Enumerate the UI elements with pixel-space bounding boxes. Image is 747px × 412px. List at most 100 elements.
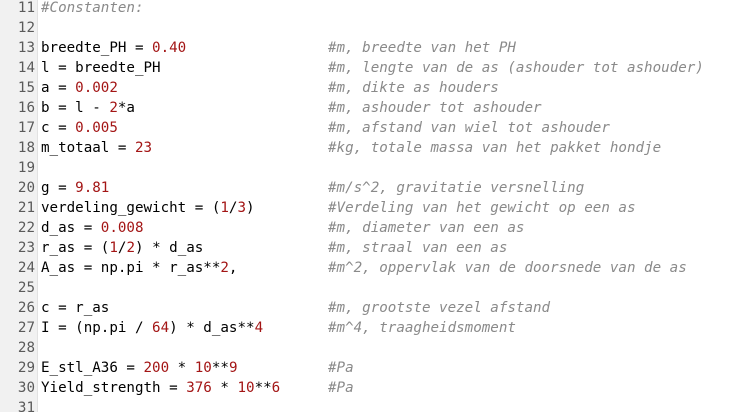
number-literal: 2 <box>220 260 229 276</box>
line-number: 31 <box>17 400 35 412</box>
code-text: A_as = np.pi * r_as**2, <box>41 258 237 278</box>
code-token: * <box>169 360 195 376</box>
line-number: 13 <box>17 40 35 56</box>
number-literal: 9.81 <box>75 180 110 196</box>
line-number: 24 <box>17 260 35 276</box>
code-token: verdeling_gewicht = ( <box>41 200 221 216</box>
inline-comment: #kg, totale massa van het pakket hondje <box>328 140 662 156</box>
line-number: 26 <box>17 300 35 316</box>
inline-comment: #m, diameter van een as <box>328 220 525 236</box>
number-literal: 0.002 <box>75 80 118 96</box>
number-literal: 0.40 <box>152 40 187 56</box>
code-text: I = (np.pi / 64) * d_as**4 <box>41 318 263 338</box>
code-text: verdeling_gewicht = (1/3) <box>41 198 255 218</box>
code-line[interactable]: 12 <box>0 18 747 38</box>
inline-comment: #m, lengte van de as (ashouder tot ashou… <box>328 60 704 76</box>
code-text: g = 9.81 <box>41 178 109 198</box>
number-literal: 1 <box>220 200 229 216</box>
code-line[interactable]: 20 g = 9.81 #m/s^2, gravitatie versnelling <box>0 178 747 198</box>
code-line[interactable]: 26 c = r_as #m, grootste vezel afstand <box>0 298 747 318</box>
code-token: breedte_PH = <box>41 40 153 56</box>
code-token: *a <box>117 100 135 116</box>
code-text: Yield_strength = 376 * 10**6 <box>41 378 280 398</box>
number-literal: 6 <box>271 380 281 396</box>
code-line[interactable]: 14 l = breedte_PH #m, lengte van de as (as… <box>0 58 747 78</box>
code-line[interactable]: 11 #Constanten: <box>0 0 747 18</box>
code-token: c = <box>41 120 76 136</box>
code-text: b = l - 2*a <box>41 98 135 118</box>
line-number: 25 <box>17 280 35 296</box>
code-line[interactable]: 28 <box>0 338 747 358</box>
inline-comment: #m, breedte van het PH <box>328 40 516 56</box>
line-number: 23 <box>17 240 35 256</box>
code-token: * <box>211 380 238 396</box>
number-literal: 200 <box>143 360 170 376</box>
code-token: ) <box>246 200 255 216</box>
inline-comment: #m^4, traagheidsmoment <box>328 320 516 336</box>
code-text: #Constanten: <box>41 0 144 18</box>
inline-comment: #m, straal van een as <box>328 240 508 256</box>
number-literal: 0.008 <box>100 220 144 236</box>
line-number: 20 <box>17 180 35 196</box>
code-text: c = r_as <box>41 298 109 318</box>
inline-comment: #m^2, oppervlak van de doorsnede van de … <box>328 260 687 276</box>
line-number: 19 <box>17 160 35 176</box>
line-number: 27 <box>17 320 35 336</box>
code-token: ) * d_as <box>134 240 204 256</box>
line-number: 28 <box>17 340 35 356</box>
inline-comment: #Verdeling van het gewicht op een as <box>328 200 636 216</box>
line-number: 30 <box>17 380 35 396</box>
code-text: d_as = 0.008 <box>41 218 144 238</box>
code-line[interactable]: 13 breedte_PH = 0.40 #m, breedte van het P… <box>0 38 747 58</box>
code-text: c = 0.005 <box>41 118 118 138</box>
code-line[interactable]: 29 E_stl_A36 = 200 * 10**9 #Pa <box>0 358 747 378</box>
code-line[interactable]: 24 A_as = np.pi * r_as**2, #m^2, oppervlak… <box>0 258 747 278</box>
code-line[interactable]: 17 c = 0.005 #m, afstand van wiel tot asho… <box>0 118 747 138</box>
number-literal: 64 <box>152 320 170 336</box>
code-token: ** <box>254 380 272 396</box>
code-line[interactable]: 27 I = (np.pi / 64) * d_as**4 #m^4, traagh… <box>0 318 747 338</box>
code-token: c = r_as <box>41 300 110 316</box>
inline-comment: #Pa <box>328 360 354 376</box>
number-literal: 376 <box>186 380 212 396</box>
code-line[interactable]: 30 Yield_strength = 376 * 10**6 #Pa <box>0 378 747 398</box>
number-literal: 2 <box>126 240 135 256</box>
code-line[interactable]: 22 d_as = 0.008 #m, diameter van een as <box>0 218 747 238</box>
code-token: Yield_strength = <box>41 380 187 396</box>
number-literal: 9 <box>228 360 238 376</box>
code-line[interactable]: 31 <box>0 398 747 412</box>
line-number: 17 <box>17 120 35 136</box>
code-token: d_as = <box>41 220 101 236</box>
code-editor[interactable]: 11 #Constanten: 12 13 breedte_PH = 0.40 #m, b… <box>0 0 747 412</box>
code-token: g = <box>41 180 76 196</box>
code-token: A_as = np.pi * r_as** <box>41 260 221 276</box>
code-token: r_as = ( <box>41 240 110 256</box>
code-token: b = l - <box>41 100 110 116</box>
code-line[interactable]: 25 <box>0 278 747 298</box>
inline-comment: #Pa <box>328 380 354 396</box>
code-text: r_as = (1/2) * d_as <box>41 238 203 258</box>
code-text: breedte_PH = 0.40 <box>41 38 186 58</box>
code-token: I = (np.pi / <box>41 320 153 336</box>
line-number: 29 <box>17 360 35 376</box>
code-line[interactable]: 21 verdeling_gewicht = (1/3) #Verdeling va… <box>0 198 747 218</box>
code-lines: 11 #Constanten: 12 13 breedte_PH = 0.40 #m, b… <box>0 0 747 412</box>
line-number: 12 <box>17 20 35 36</box>
code-line[interactable]: 16 b = l - 2*a #m, ashouder tot ashouder <box>0 98 747 118</box>
code-text: a = 0.002 <box>41 78 118 98</box>
inline-comment: #m, afstand van wiel tot ashouder <box>328 120 610 136</box>
inline-comment: #m/s^2, gravitatie versnelling <box>328 180 585 196</box>
line-number: 14 <box>17 60 35 76</box>
line-number: 15 <box>17 80 35 96</box>
number-literal: 1 <box>109 240 118 256</box>
code-line[interactable]: 23 r_as = (1/2) * d_as #m, straal van een … <box>0 238 747 258</box>
code-line[interactable]: 19 <box>0 158 747 178</box>
inline-comment: #m, grootste vezel afstand <box>328 300 551 316</box>
number-literal: 10 <box>194 360 212 376</box>
code-line[interactable]: 15 a = 0.002 #m, dikte as houders <box>0 78 747 98</box>
code-text: l = breedte_PH <box>41 58 161 78</box>
code-token: , <box>228 260 238 276</box>
code-line[interactable]: 18 m_totaal = 23 #kg, totale massa van het… <box>0 138 747 158</box>
number-literal: 4 <box>254 320 264 336</box>
code-text: m_totaal = 23 <box>41 138 152 158</box>
